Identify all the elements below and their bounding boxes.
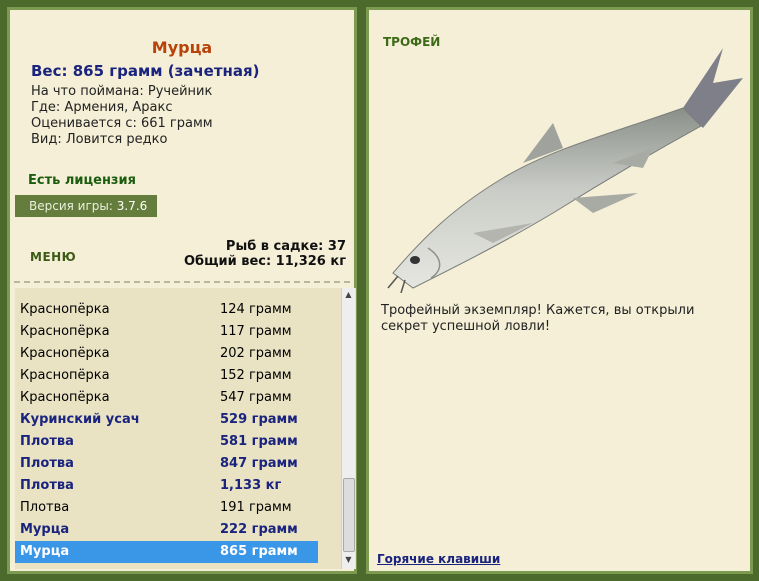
catch-list-row[interactable]: Плотва 191 грамм	[15, 497, 318, 519]
keepnet-stats: Рыб в садке: 37 Общий вес: 11,326 кг	[184, 239, 346, 269]
catch-list-row[interactable]: Краснопёрка 202 грамм	[15, 343, 318, 365]
catch-fish-weight: 581 грамм	[220, 434, 298, 449]
game-version: Версия игры: 3.7.6	[15, 195, 157, 217]
catch-fish-name: Краснопёрка	[20, 346, 110, 361]
catch-list-row[interactable]: Краснопёрка 124 грамм	[15, 299, 318, 321]
version-value: 3.7.6	[116, 199, 148, 213]
catch-list-row[interactable]: Краснопёрка 547 грамм	[15, 387, 318, 409]
scroll-down-icon[interactable]: ▼	[342, 555, 355, 567]
catch-fish-name: Куринский усач	[20, 412, 140, 427]
catch-fish-weight: 117 грамм	[220, 324, 292, 339]
fish-location: Где: Армения, Аракс	[31, 100, 173, 115]
catch-list-row[interactable]: Краснопёрка 152 грамм	[15, 365, 318, 387]
catch-list-row[interactable]: Куринский усач 529 грамм	[15, 409, 318, 431]
catch-fish-weight: 1,133 кг	[220, 478, 282, 493]
fish-bait: На что поймана: Ручейник	[31, 84, 213, 99]
license-status: Есть лицензия	[28, 173, 136, 188]
hotkeys-link[interactable]: Горячие клавиши	[377, 552, 500, 566]
catch-fish-weight: 529 грамм	[220, 412, 298, 427]
catch-fish-name: Плотва	[20, 500, 70, 515]
fish-value: Оценивается с: 661 грамм	[31, 116, 213, 131]
catch-fish-name: Краснопёрка	[20, 324, 110, 339]
total-weight: Общий вес: 11,326 кг	[183, 254, 346, 269]
catch-list-row[interactable]: Краснопёрка 117 грамм	[15, 321, 318, 343]
version-label: Версия игры:	[29, 199, 113, 213]
catch-fish-name: Краснопёрка	[20, 390, 110, 405]
fish-weight: Вес: 865 грамм (зачетная)	[31, 62, 260, 80]
scroll-up-icon[interactable]: ▲	[342, 290, 355, 302]
catch-fish-weight: 191 грамм	[220, 500, 292, 515]
fish-info-panel: Мурца Вес: 865 грамм (зачетная) На что п…	[7, 7, 357, 574]
catch-fish-name: Мурца	[20, 522, 70, 537]
catch-fish-weight: 847 грамм	[220, 456, 298, 471]
divider	[14, 281, 350, 283]
trophy-message: Трофейный экземпляр! Кажется, вы открыли…	[381, 303, 695, 334]
fish-image	[387, 48, 743, 293]
catch-fish-weight: 547 грамм	[220, 390, 292, 405]
catch-fish-name: Плотва	[20, 456, 74, 471]
catch-fish-name: Плотва	[20, 434, 74, 449]
catch-list-row[interactable]: Мурца 222 грамм	[15, 519, 318, 541]
catch-list-row[interactable]: Плотва 1,133 кг	[15, 475, 318, 497]
catch-list[interactable]: Мурца 865 грамм Мурца 222 грамм Плотва 191 гр…	[15, 288, 356, 569]
fish-rarity: Вид: Ловится редко	[31, 132, 168, 147]
catch-fish-name: Краснопёрка	[20, 302, 110, 317]
catch-fish-weight: 152 грамм	[220, 368, 292, 383]
catch-fish-weight: 865 грамм	[220, 544, 298, 559]
catch-list-row[interactable]: Мурца 865 грамм	[15, 541, 318, 563]
fish-name: Мурца	[151, 38, 213, 57]
menu-button[interactable]: МЕНЮ	[30, 250, 76, 264]
scroll-thumb[interactable]	[343, 478, 355, 552]
list-scrollbar[interactable]: ▲ ▼	[341, 288, 355, 569]
catch-fish-name: Плотва	[20, 478, 74, 493]
catch-fish-name: Мурца	[20, 544, 70, 559]
catch-fish-weight: 124 грамм	[220, 302, 292, 317]
fish-count: Рыб в садке: 37	[225, 239, 346, 254]
trophy-panel: ТРОФЕЙ Трофейный экземпляр! Кажется, вы …	[366, 7, 753, 574]
catch-fish-weight: 222 грамм	[220, 522, 298, 537]
catch-list-row[interactable]: Плотва 847 грамм	[15, 453, 318, 475]
catch-fish-weight: 202 грамм	[220, 346, 292, 361]
catch-fish-name: Краснопёрка	[20, 368, 110, 383]
catch-list-row[interactable]: Плотва 581 грамм	[15, 431, 318, 453]
